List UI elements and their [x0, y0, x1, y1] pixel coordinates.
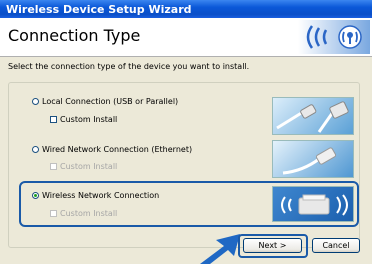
option-wired-network[interactable]: Wired Network Connection (Ethernet)	[32, 145, 192, 154]
custom-install-local[interactable]: Custom Install	[50, 115, 117, 124]
option-wired-network-label: Wired Network Connection (Ethernet)	[42, 145, 193, 154]
custom-install-wired-label: Custom Install	[60, 162, 118, 171]
option-local-connection[interactable]: Local Connection (USB or Parallel)	[32, 97, 178, 106]
pointer-arrow-icon	[200, 234, 240, 264]
page-title: Connection Type	[8, 26, 141, 45]
cable-icon	[276, 101, 349, 133]
title-bar: Wireless Device Setup Wizard	[0, 0, 372, 18]
custom-install-wired: Custom Install	[50, 162, 117, 171]
cancel-button[interactable]: Cancel	[312, 238, 360, 253]
radio-wired-network[interactable]	[32, 146, 39, 153]
wireless-signal-logo-icon	[298, 20, 370, 54]
custom-install-local-label: Custom Install	[60, 115, 118, 124]
window-title: Wireless Device Setup Wizard	[6, 3, 192, 16]
option-local-connection-label: Local Connection (USB or Parallel)	[42, 97, 179, 106]
ethernet-icon	[282, 147, 337, 175]
ethernet-cable-image	[272, 140, 354, 178]
wizard-header: Connection Type	[0, 18, 372, 57]
usb-parallel-cable-image	[272, 97, 354, 135]
checkbox-custom-install-wired	[50, 163, 57, 170]
next-button[interactable]: Next >	[243, 238, 302, 253]
wizard-window: Wireless Device Setup Wizard Connection …	[0, 0, 372, 264]
wireless-option-highlight	[19, 181, 359, 227]
checkbox-custom-install-local[interactable]	[50, 116, 57, 123]
instruction-text: Select the connection type of the device…	[8, 62, 250, 71]
radio-local-connection[interactable]	[32, 98, 39, 105]
